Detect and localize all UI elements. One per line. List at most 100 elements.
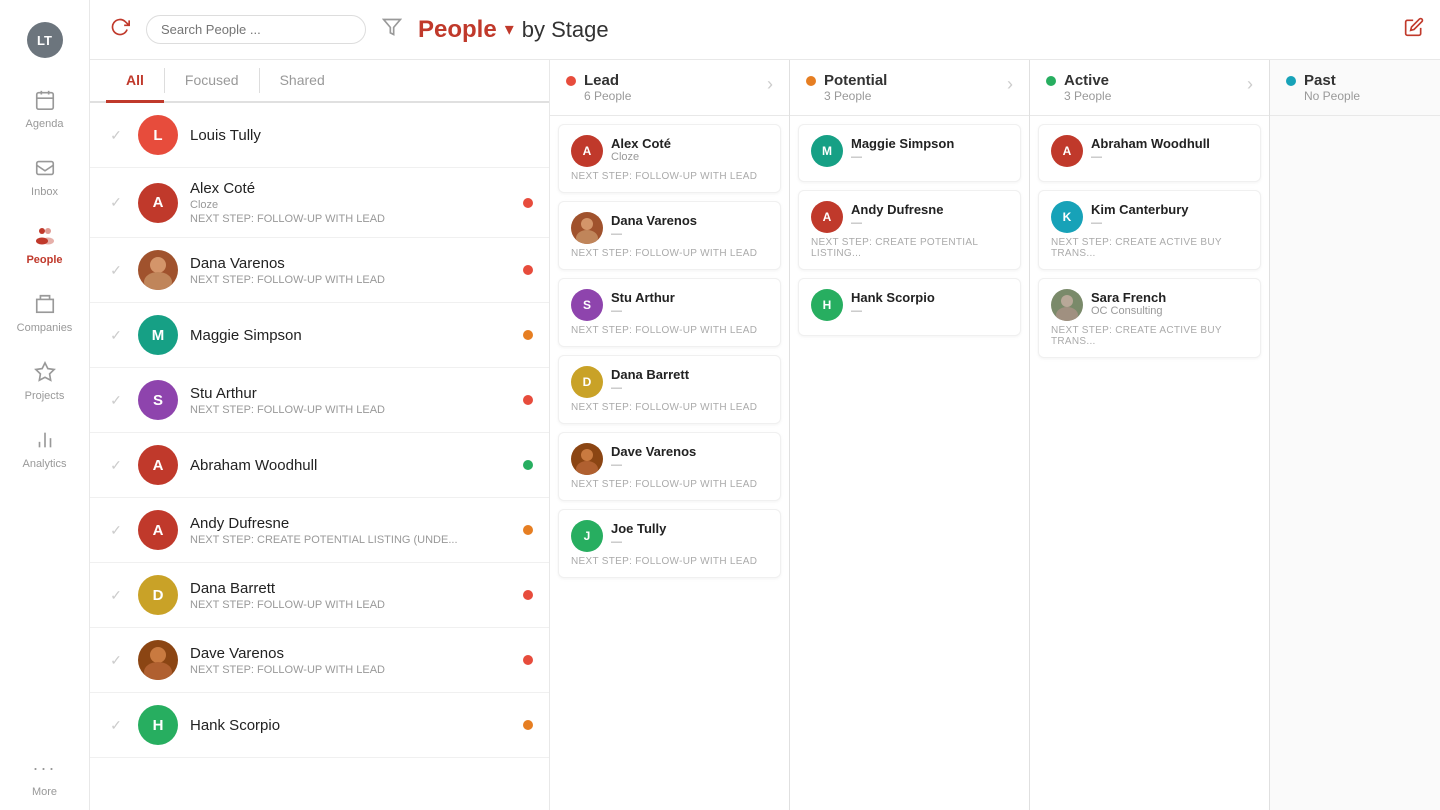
kanban-cards-lead: A Alex Coté Cloze NEXT STEP: FOLLOW-UP W… [550, 116, 789, 810]
refresh-button[interactable] [106, 13, 134, 46]
topbar: People ▾ by Stage [90, 0, 1440, 60]
sidebar-label-agenda: Agenda [26, 118, 64, 130]
checkmark-icon: ✓ [110, 652, 122, 669]
kanban-card[interactable]: Sara French OC Consulting NEXT STEP: CRE… [1038, 278, 1261, 358]
page-title-area: People ▾ by Stage [418, 16, 1392, 44]
sidebar-item-analytics[interactable]: Analytics [0, 414, 89, 482]
kanban-col-lead: Lead 6 People › A Alex Coté Cloze [550, 60, 790, 810]
sidebar-label-inbox: Inbox [31, 186, 58, 198]
item-name: Stu Arthur [190, 385, 511, 402]
card-name: Stu Arthur [611, 290, 675, 305]
card-sub: — [611, 382, 689, 394]
card-sub: — [1091, 217, 1189, 229]
list-panel: All Focused Shared ✓ L Louis Tully ✓ [90, 60, 550, 810]
list-item[interactable]: ✓ L Louis Tully [90, 103, 549, 168]
kanban-card[interactable]: K Kim Canterbury — NEXT STEP: CREATE ACT… [1038, 190, 1261, 270]
list-item[interactable]: ✓ D Dana Barrett NEXT STEP: FOLLOW-UP WI… [90, 563, 549, 628]
item-info: Dave Varenos NEXT STEP: FOLLOW-UP WITH L… [190, 645, 511, 676]
checkmark-icon: ✓ [110, 522, 122, 539]
card-next: NEXT STEP: FOLLOW-UP WITH LEAD [571, 171, 768, 182]
sidebar-item-inbox[interactable]: Inbox [0, 142, 89, 210]
kanban-card[interactable]: A Andy Dufresne — NEXT STEP: CREATE POTE… [798, 190, 1021, 270]
status-dot [523, 395, 533, 405]
card-sub: — [851, 305, 935, 317]
sidebar-label-people: People [26, 254, 62, 266]
card-next: NEXT STEP: FOLLOW-UP WITH LEAD [571, 248, 768, 259]
sidebar-item-people[interactable]: People [0, 210, 89, 278]
sidebar-item-projects[interactable]: Projects [0, 346, 89, 414]
item-next: NEXT STEP: FOLLOW-UP WITH LEAD [190, 664, 511, 676]
stage-name-lead: Lead [584, 72, 631, 89]
tabs-bar: All Focused Shared [90, 60, 549, 103]
kanban-header-potential: Potential 3 People › [790, 60, 1029, 116]
list-item[interactable]: ✓ A Alex Coté Cloze NEXT STEP: FOLLOW-UP… [90, 168, 549, 238]
sidebar-item-companies[interactable]: Companies [0, 278, 89, 346]
inbox-icon [31, 154, 59, 182]
card-name: Sara French [1091, 290, 1166, 305]
kanban-card[interactable]: A Abraham Woodhull — [1038, 124, 1261, 182]
card-avatar: H [811, 289, 843, 321]
list-item[interactable]: ✓ Dave Varenos NEXT STEP: FOLLOW-UP WITH… [90, 628, 549, 693]
card-name: Maggie Simpson [851, 136, 954, 151]
list-item[interactable]: ✓ A Andy Dufresne NEXT STEP: CREATE POTE… [90, 498, 549, 563]
list-item[interactable]: ✓ H Hank Scorpio [90, 693, 549, 758]
sidebar-label-more: More [32, 786, 57, 798]
card-name: Alex Coté [611, 136, 671, 151]
checkmark-icon: ✓ [110, 457, 122, 474]
list-item[interactable]: ✓ A Abraham Woodhull [90, 433, 549, 498]
item-info: Alex Coté Cloze NEXT STEP: FOLLOW-UP WIT… [190, 180, 511, 225]
title-dropdown-icon[interactable]: ▾ [505, 19, 514, 40]
card-name: Hank Scorpio [851, 290, 935, 305]
stage-name-active: Active [1064, 72, 1111, 89]
filter-button[interactable] [378, 13, 406, 46]
kanban-card[interactable]: S Stu Arthur — NEXT STEP: FOLLOW-UP WITH… [558, 278, 781, 347]
card-next: NEXT STEP: CREATE POTENTIAL LISTING... [811, 237, 1008, 259]
stage-dot-past [1286, 76, 1296, 86]
kanban-col-active: Active 3 People › A Abraham Woodhull — [1030, 60, 1270, 810]
sidebar-item-more[interactable]: ··· More [0, 742, 89, 810]
card-next: NEXT STEP: CREATE ACTIVE BUY TRANS... [1051, 325, 1248, 347]
search-input[interactable] [161, 22, 351, 37]
sidebar-label-companies: Companies [17, 322, 73, 334]
stage-name-potential: Potential [824, 72, 887, 89]
sidebar-item-user[interactable]: LT [0, 10, 89, 74]
card-name: Kim Canterbury [1091, 202, 1189, 217]
item-next: NEXT STEP: FOLLOW-UP WITH LEAD [190, 274, 511, 286]
tab-focused[interactable]: Focused [165, 60, 259, 103]
checkmark-icon: ✓ [110, 327, 122, 344]
tab-shared[interactable]: Shared [260, 60, 345, 103]
item-info: Dana Barrett NEXT STEP: FOLLOW-UP WITH L… [190, 580, 511, 611]
main-area: People ▾ by Stage All Focused Shared ✓ [90, 0, 1440, 810]
status-dot [523, 330, 533, 340]
kanban-card[interactable]: D Dana Barrett — NEXT STEP: FOLLOW-UP WI… [558, 355, 781, 424]
item-next: NEXT STEP: CREATE POTENTIAL LISTING (UND… [190, 534, 511, 546]
edit-button[interactable] [1404, 17, 1424, 42]
item-name: Andy Dufresne [190, 515, 511, 532]
card-name: Andy Dufresne [851, 202, 943, 217]
list-item[interactable]: ✓ Dana Varenos NEXT STEP: FOLLOW-UP WITH… [90, 238, 549, 303]
kanban-card[interactable]: M Maggie Simpson — [798, 124, 1021, 182]
item-company: Cloze [190, 199, 511, 211]
avatar: L [138, 115, 178, 155]
card-avatar [1051, 289, 1083, 321]
kanban-header-past: Past No People › [1270, 60, 1440, 116]
analytics-icon [31, 426, 59, 454]
tab-all[interactable]: All [106, 60, 164, 103]
avatar: M [138, 315, 178, 355]
stage-dot-lead [566, 76, 576, 86]
kanban-card[interactable]: H Hank Scorpio — [798, 278, 1021, 336]
list-item[interactable]: ✓ S Stu Arthur NEXT STEP: FOLLOW-UP WITH… [90, 368, 549, 433]
kanban-card[interactable]: J Joe Tully — NEXT STEP: FOLLOW-UP WITH … [558, 509, 781, 578]
item-name: Abraham Woodhull [190, 457, 511, 474]
sidebar-item-agenda[interactable]: Agenda [0, 74, 89, 142]
list-item[interactable]: ✓ M Maggie Simpson [90, 303, 549, 368]
kanban-card[interactable]: Dana Varenos — NEXT STEP: FOLLOW-UP WITH… [558, 201, 781, 270]
status-dot [523, 720, 533, 730]
item-name: Dana Varenos [190, 255, 511, 272]
more-icon: ··· [31, 754, 59, 782]
kanban-card[interactable]: Dave Varenos — NEXT STEP: FOLLOW-UP WITH… [558, 432, 781, 501]
kanban-card[interactable]: A Alex Coté Cloze NEXT STEP: FOLLOW-UP W… [558, 124, 781, 193]
companies-icon [31, 290, 59, 318]
kanban-cards-active: A Abraham Woodhull — K Kim Canterb [1030, 116, 1269, 810]
search-box[interactable] [146, 15, 366, 44]
